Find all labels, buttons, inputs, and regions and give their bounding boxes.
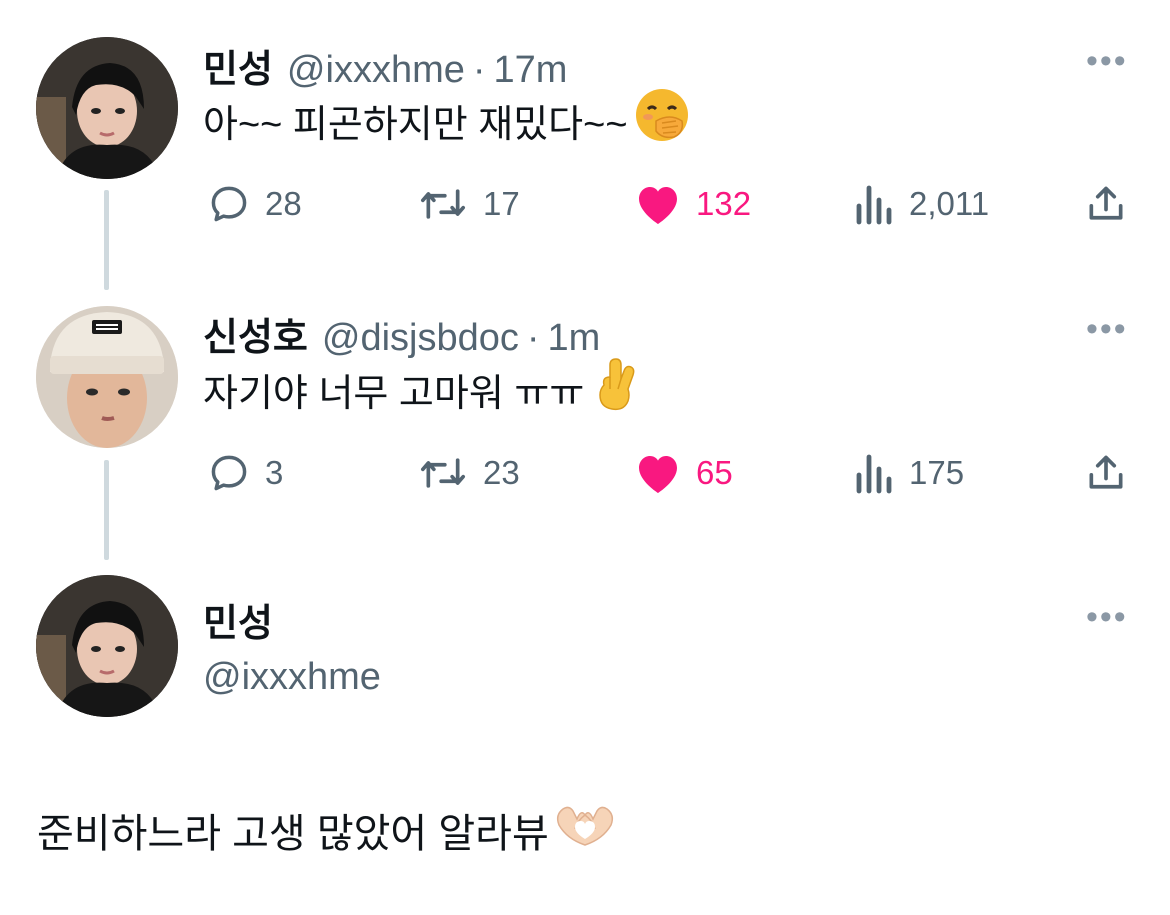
heart-hands-emoji-icon — [553, 799, 617, 861]
handle[interactable]: @ixxxhme — [287, 49, 465, 92]
view-count: 2,011 — [909, 185, 990, 222]
retweet-count: 17 — [483, 185, 520, 222]
share-icon — [1089, 186, 1123, 220]
more-horizontal-icon[interactable]: ••• — [1086, 600, 1128, 634]
heart-icon — [639, 187, 677, 224]
tweet-text-content: 자기야 너무 고마워 ㅠㅠ — [203, 372, 585, 415]
like-button[interactable]: 65 — [634, 451, 733, 495]
display-name[interactable]: 민성 — [203, 592, 273, 647]
handle[interactable]: @ixxxhme — [203, 656, 381, 699]
view-count: 175 — [909, 454, 965, 491]
retweet-icon — [421, 458, 465, 488]
retweet-button[interactable]: 17 — [417, 182, 520, 226]
like-count: 132 — [696, 185, 752, 222]
avatar[interactable] — [36, 575, 178, 717]
tweet-header: 신성호 @disjsbdoc · 1m — [203, 306, 600, 361]
tweet-text-content: 아~~ 피곤하지만 재밌다~~ — [203, 103, 628, 146]
reply-count: 28 — [265, 185, 302, 222]
tweet-text: 아~~ 피곤하지만 재밌다~~ — [203, 89, 690, 148]
like-button[interactable]: 132 — [634, 182, 751, 226]
thread-line — [104, 460, 109, 560]
share-button[interactable] — [1084, 182, 1128, 231]
reply-icon — [211, 186, 247, 222]
main-tweet-text: 준비하느라 고생 많았어 알라뷰 — [37, 800, 617, 860]
share-icon — [1089, 455, 1123, 489]
avatar[interactable] — [36, 306, 178, 448]
views-button[interactable]: 175 — [855, 451, 964, 495]
like-count: 65 — [696, 454, 733, 491]
views-icon — [856, 185, 892, 225]
tweet-header: 민성 @ixxxhme · 17m — [203, 38, 567, 93]
retweet-count: 23 — [483, 454, 520, 491]
share-button[interactable] — [1084, 451, 1128, 500]
handle[interactable]: @disjsbdoc — [322, 317, 519, 360]
views-icon — [856, 454, 892, 494]
avatar[interactable] — [36, 37, 178, 179]
reply-button[interactable]: 28 — [207, 182, 302, 226]
retweet-button[interactable]: 23 — [417, 451, 520, 495]
hand-over-mouth-emoji-icon — [634, 87, 690, 153]
retweet-icon — [421, 189, 465, 219]
more-horizontal-icon[interactable]: ••• — [1086, 44, 1128, 78]
timestamp[interactable]: 1m — [548, 317, 601, 360]
timestamp[interactable]: 17m — [494, 49, 568, 92]
heart-icon — [639, 456, 677, 493]
reply-icon — [211, 455, 247, 491]
more-horizontal-icon[interactable]: ••• — [1086, 312, 1128, 346]
display-name[interactable]: 민성 — [203, 38, 273, 93]
separator: · — [526, 317, 540, 359]
crossed-fingers-emoji-icon — [594, 355, 638, 423]
separator: · — [472, 49, 486, 91]
reply-count: 3 — [265, 454, 284, 491]
views-button[interactable]: 2,011 — [855, 182, 989, 226]
reply-button[interactable]: 3 — [207, 451, 283, 495]
tweet-text: 자기야 너무 고마워 ㅠㅠ — [203, 358, 638, 418]
thread-line — [104, 190, 109, 290]
display-name[interactable]: 신성호 — [203, 306, 308, 361]
tweet-text-content: 준비하느라 고생 많았어 알라뷰 — [37, 812, 549, 856]
